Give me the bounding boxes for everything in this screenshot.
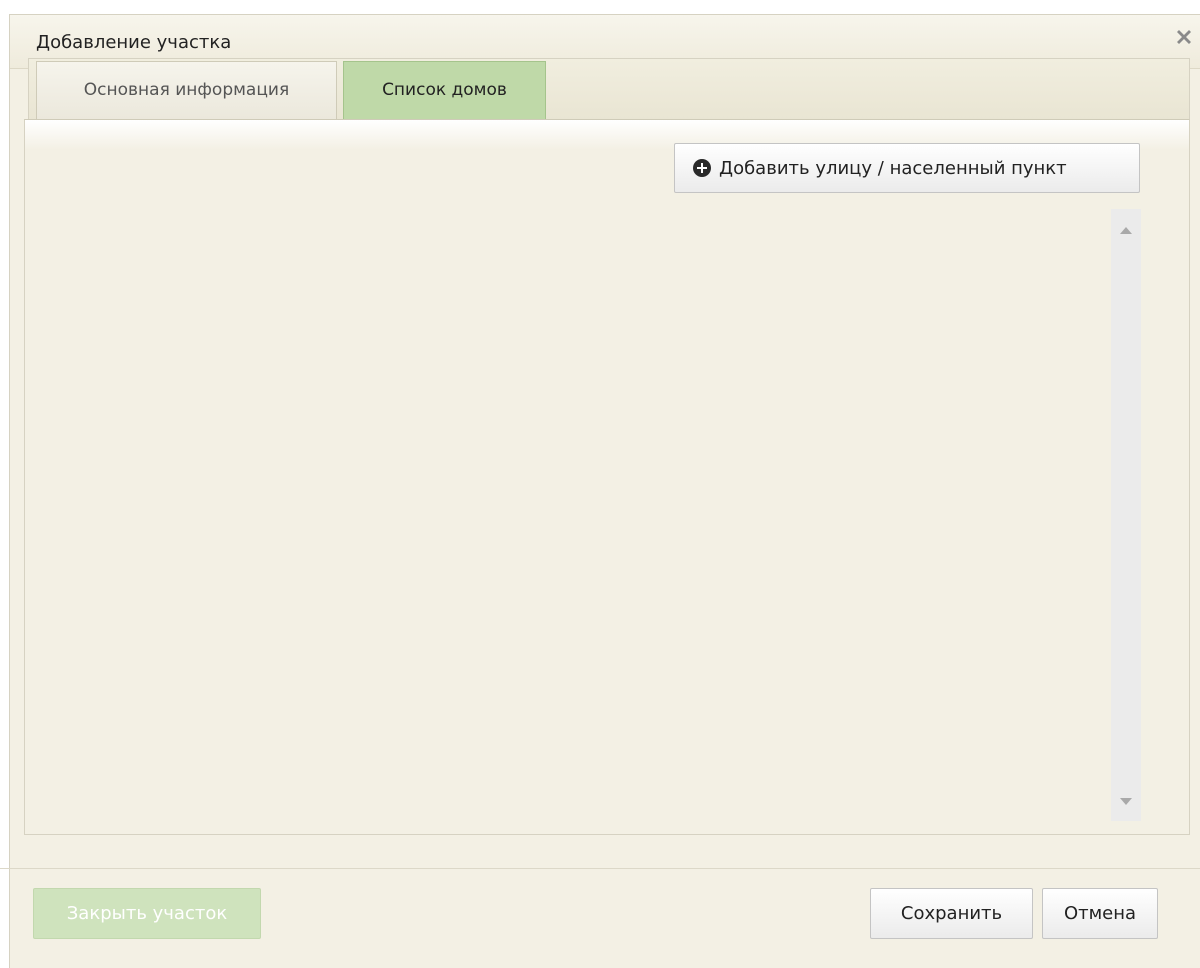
scroll-down-arrow-icon[interactable] xyxy=(1120,798,1132,805)
tab-main-info[interactable]: Основная информация xyxy=(36,61,337,119)
tabs-bar: Основная информация Список домов xyxy=(28,58,1190,120)
tab-house-list[interactable]: Список домов xyxy=(343,61,546,119)
cancel-button[interactable]: Отмена xyxy=(1042,888,1158,939)
add-street-button[interactable]: Добавить улицу / населенный пункт xyxy=(674,143,1140,193)
list-scrollbar[interactable] xyxy=(1111,209,1141,821)
add-street-label: Добавить улицу / населенный пункт xyxy=(719,157,1067,179)
save-button[interactable]: Сохранить xyxy=(870,888,1033,939)
close-area-button[interactable]: Закрыть участок xyxy=(33,888,261,939)
scroll-up-arrow-icon[interactable] xyxy=(1120,227,1132,234)
dialog-title: Добавление участка xyxy=(36,32,232,53)
house-list-panel xyxy=(24,119,1190,835)
plus-circle-icon xyxy=(693,159,711,177)
footer-divider xyxy=(0,868,1200,869)
close-icon[interactable] xyxy=(1172,25,1196,49)
